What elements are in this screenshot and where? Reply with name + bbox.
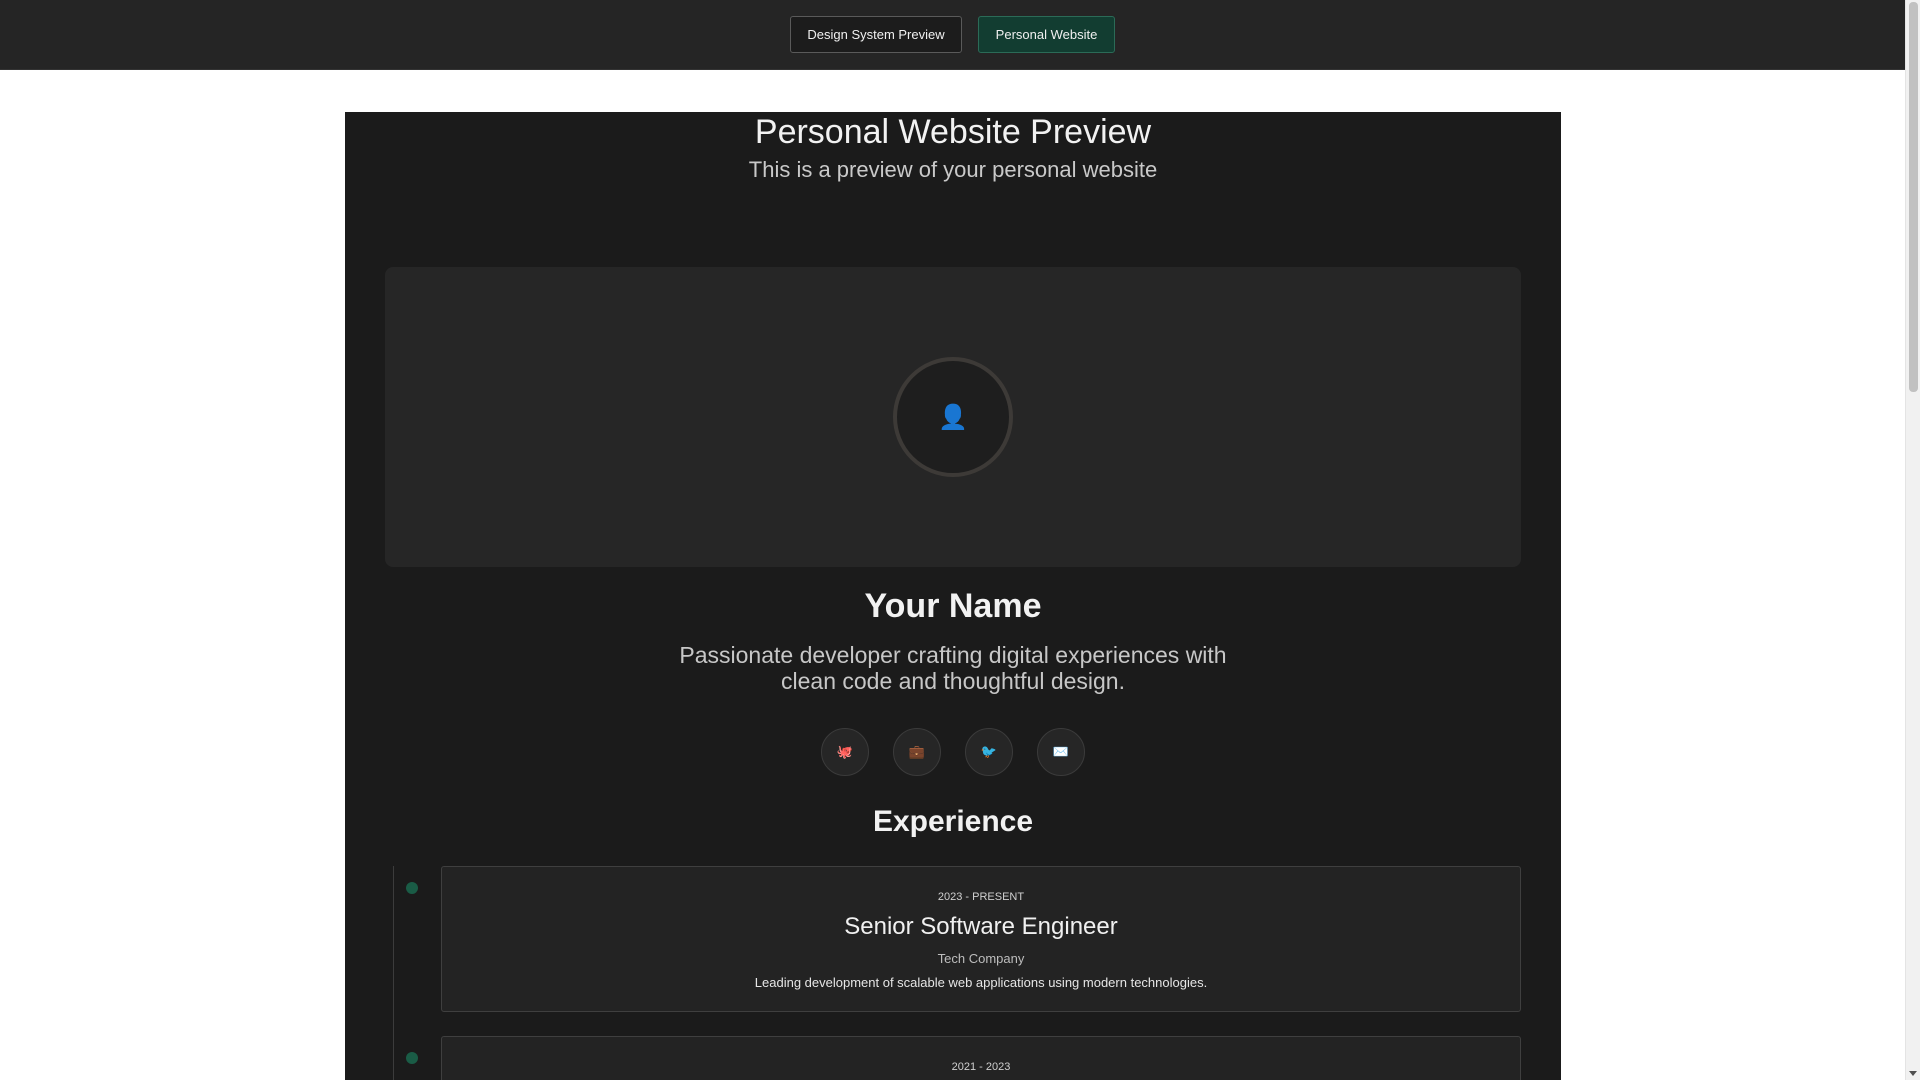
personal-website-button[interactable]: Personal Website [978,16,1115,53]
briefcase-icon: 💼 [908,744,926,759]
experience-card: 2023 - PRESENT Senior Software Engineer … [441,866,1521,1012]
experience-heading: Experience [872,805,1034,838]
twitter-link[interactable]: 🐦 [965,728,1013,776]
linkedin-link[interactable]: 💼 [893,728,941,776]
experience-role: Senior Software Engineer [844,913,1118,940]
page-title: Personal Website Preview [754,113,1152,151]
user-icon: 👤 [938,403,968,431]
website-preview-panel: Personal Website Preview This is a previ… [345,112,1561,1080]
social-links: 🐙 💼 🐦 ✉️ [821,728,1085,776]
page-scrollbar[interactable] [1905,0,1920,1080]
top-nav-bar: Design System Preview Personal Website [0,0,1905,70]
experience-company: Tech Company [937,951,1025,966]
scroll-down-arrow-icon[interactable] [1909,1071,1917,1076]
envelope-icon: ✉️ [1052,744,1070,759]
profile-name: Your Name [864,587,1042,625]
hero-card: 👤 [385,267,1521,567]
page-subtitle: This is a preview of your personal websi… [748,157,1158,182]
experience-date: 2021 - 2023 [951,1061,1011,1073]
timeline-line [393,866,394,1080]
timeline-dot [406,1052,418,1064]
profile-tagline: Passionate developer crafting digital ex… [679,642,1227,694]
experience-date: 2023 - PRESENT [937,891,1025,903]
avatar: 👤 [893,357,1013,477]
github-link[interactable]: 🐙 [821,728,869,776]
github-icon: 🐙 [836,744,854,759]
experience-card: 2021 - 2023 [441,1036,1521,1080]
design-system-preview-button[interactable]: Design System Preview [790,16,962,53]
experience-description: Leading development of scalable web appl… [754,975,1208,990]
timeline-dot [406,882,418,894]
bird-icon: 🐦 [980,744,998,759]
email-link[interactable]: ✉️ [1037,728,1085,776]
scrollbar-thumb[interactable] [1909,2,1918,392]
